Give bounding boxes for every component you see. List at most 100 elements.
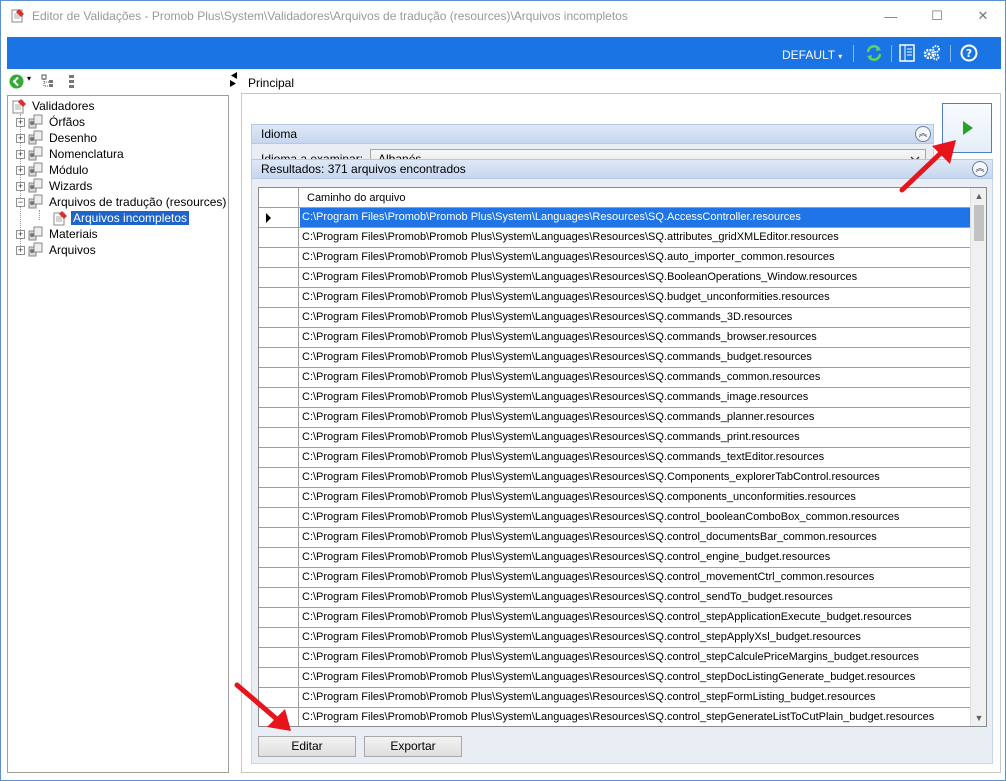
table-row[interactable]: C:\Program Files\Promob\Promob Plus\Syst… bbox=[259, 688, 971, 708]
row-header[interactable] bbox=[259, 488, 299, 507]
column-header-path[interactable]: Caminho do arquivo bbox=[307, 192, 405, 204]
row-header[interactable] bbox=[259, 428, 299, 447]
file-path-cell[interactable]: C:\Program Files\Promob\Promob Plus\Syst… bbox=[300, 508, 970, 527]
settings-icon[interactable] bbox=[922, 43, 942, 63]
table-row[interactable]: C:\Program Files\Promob\Promob Plus\Syst… bbox=[259, 528, 971, 548]
file-path-cell[interactable]: C:\Program Files\Promob\Promob Plus\Syst… bbox=[300, 608, 970, 627]
collapse-icon[interactable]: ︽ bbox=[972, 161, 988, 177]
row-header[interactable] bbox=[259, 508, 299, 527]
table-row[interactable]: C:\Program Files\Promob\Promob Plus\Syst… bbox=[259, 388, 971, 408]
table-row[interactable]: C:\Program Files\Promob\Promob Plus\Syst… bbox=[259, 448, 971, 468]
file-path-cell[interactable]: C:\Program Files\Promob\Promob Plus\Syst… bbox=[300, 548, 970, 567]
tree-item-nomenclatura[interactable]: + Nomenclatura bbox=[16, 146, 126, 162]
close-button[interactable]: ✕ bbox=[960, 1, 1006, 31]
table-row[interactable]: C:\Program Files\Promob\Promob Plus\Syst… bbox=[259, 568, 971, 588]
table-row[interactable]: C:\Program Files\Promob\Promob Plus\Syst… bbox=[259, 408, 971, 428]
results-grid[interactable]: Caminho do arquivo C:\Program Files\Prom… bbox=[258, 187, 987, 727]
file-path-cell[interactable]: C:\Program Files\Promob\Promob Plus\Syst… bbox=[300, 228, 970, 247]
expand-icon[interactable]: + bbox=[16, 133, 25, 143]
expand-icon[interactable]: + bbox=[16, 229, 25, 239]
row-header[interactable] bbox=[259, 208, 299, 227]
row-header[interactable] bbox=[259, 548, 299, 567]
table-row[interactable]: C:\Program Files\Promob\Promob Plus\Syst… bbox=[259, 648, 971, 668]
table-row[interactable]: C:\Program Files\Promob\Promob Plus\Syst… bbox=[259, 368, 971, 388]
file-path-cell[interactable]: C:\Program Files\Promob\Promob Plus\Syst… bbox=[300, 208, 970, 227]
row-header[interactable] bbox=[259, 608, 299, 627]
table-row[interactable]: C:\Program Files\Promob\Promob Plus\Syst… bbox=[259, 268, 971, 288]
tab-principal[interactable]: Principal bbox=[248, 76, 294, 90]
chevron-down-icon[interactable]: ▾ bbox=[27, 74, 31, 83]
file-path-cell[interactable]: C:\Program Files\Promob\Promob Plus\Syst… bbox=[300, 708, 970, 726]
refresh-icon[interactable] bbox=[864, 43, 884, 63]
row-header[interactable] bbox=[259, 468, 299, 487]
table-row[interactable]: C:\Program Files\Promob\Promob Plus\Syst… bbox=[259, 488, 971, 508]
table-row[interactable]: C:\Program Files\Promob\Promob Plus\Syst… bbox=[259, 508, 971, 528]
expand-icon[interactable]: + bbox=[16, 165, 25, 175]
row-header[interactable] bbox=[259, 628, 299, 647]
tree-item-materiais[interactable]: + Materiais bbox=[16, 226, 100, 242]
file-path-cell[interactable]: C:\Program Files\Promob\Promob Plus\Syst… bbox=[300, 628, 970, 647]
table-row[interactable]: C:\Program Files\Promob\Promob Plus\Syst… bbox=[259, 468, 971, 488]
row-header[interactable] bbox=[259, 388, 299, 407]
file-path-cell[interactable]: C:\Program Files\Promob\Promob Plus\Syst… bbox=[300, 348, 970, 367]
table-row[interactable]: C:\Program Files\Promob\Promob Plus\Syst… bbox=[259, 608, 971, 628]
row-header[interactable] bbox=[259, 408, 299, 427]
validators-tree[interactable]: Validadores + Órfãos + Desenho + Nomencl… bbox=[7, 95, 229, 773]
table-row[interactable]: C:\Program Files\Promob\Promob Plus\Syst… bbox=[259, 668, 971, 688]
table-row[interactable]: C:\Program Files\Promob\Promob Plus\Syst… bbox=[259, 248, 971, 268]
row-header[interactable] bbox=[259, 588, 299, 607]
file-path-cell[interactable]: C:\Program Files\Promob\Promob Plus\Syst… bbox=[300, 588, 970, 607]
file-path-cell[interactable]: C:\Program Files\Promob\Promob Plus\Syst… bbox=[300, 568, 970, 587]
maximize-button[interactable]: ☐ bbox=[914, 1, 960, 31]
layout-icon[interactable] bbox=[897, 43, 917, 63]
row-header[interactable] bbox=[259, 248, 299, 267]
expand-icon[interactable]: + bbox=[16, 181, 25, 191]
row-header[interactable] bbox=[259, 308, 299, 327]
tree-item-desenho[interactable]: + Desenho bbox=[16, 130, 99, 146]
export-button[interactable]: Exportar bbox=[364, 736, 462, 757]
expand-icon[interactable]: + bbox=[16, 117, 25, 127]
table-row[interactable]: C:\Program Files\Promob\Promob Plus\Syst… bbox=[259, 588, 971, 608]
row-header[interactable] bbox=[259, 528, 299, 547]
tree-item-orfaos[interactable]: + Órfãos bbox=[16, 114, 87, 130]
file-path-cell[interactable]: C:\Program Files\Promob\Promob Plus\Syst… bbox=[300, 448, 970, 467]
collapse-icon[interactable]: − bbox=[16, 197, 25, 207]
file-path-cell[interactable]: C:\Program Files\Promob\Promob Plus\Syst… bbox=[300, 648, 970, 667]
file-path-cell[interactable]: C:\Program Files\Promob\Promob Plus\Syst… bbox=[300, 688, 970, 707]
table-row[interactable]: C:\Program Files\Promob\Promob Plus\Syst… bbox=[259, 708, 971, 726]
scroll-up-icon[interactable]: ▲ bbox=[971, 188, 986, 204]
file-path-cell[interactable]: C:\Program Files\Promob\Promob Plus\Syst… bbox=[300, 668, 970, 687]
file-path-cell[interactable]: C:\Program Files\Promob\Promob Plus\Syst… bbox=[300, 388, 970, 407]
row-header[interactable] bbox=[259, 288, 299, 307]
tree-item-arquivos-incompletos[interactable]: Arquivos incompletos bbox=[52, 210, 190, 226]
table-row[interactable]: C:\Program Files\Promob\Promob Plus\Syst… bbox=[259, 328, 971, 348]
row-header[interactable] bbox=[259, 448, 299, 467]
row-header[interactable] bbox=[259, 368, 299, 387]
file-path-cell[interactable]: C:\Program Files\Promob\Promob Plus\Syst… bbox=[300, 328, 970, 347]
back-arrow-icon[interactable] bbox=[9, 74, 24, 89]
table-row[interactable]: C:\Program Files\Promob\Promob Plus\Syst… bbox=[259, 308, 971, 328]
profile-dropdown[interactable]: DEFAULT ▾ bbox=[782, 48, 842, 62]
file-path-cell[interactable]: C:\Program Files\Promob\Promob Plus\Syst… bbox=[300, 268, 970, 287]
file-path-cell[interactable]: C:\Program Files\Promob\Promob Plus\Syst… bbox=[300, 248, 970, 267]
help-icon[interactable]: ? bbox=[959, 43, 979, 63]
file-path-cell[interactable]: C:\Program Files\Promob\Promob Plus\Syst… bbox=[300, 308, 970, 327]
table-row[interactable]: C:\Program Files\Promob\Promob Plus\Syst… bbox=[259, 628, 971, 648]
table-row[interactable]: C:\Program Files\Promob\Promob Plus\Syst… bbox=[259, 548, 971, 568]
scroll-thumb[interactable] bbox=[974, 205, 984, 241]
collapse-tree-icon[interactable] bbox=[67, 74, 77, 89]
file-path-cell[interactable]: C:\Program Files\Promob\Promob Plus\Syst… bbox=[300, 368, 970, 387]
row-header[interactable] bbox=[259, 328, 299, 347]
row-header[interactable] bbox=[259, 228, 299, 247]
edit-button[interactable]: Editar bbox=[258, 736, 356, 757]
expand-icon[interactable]: + bbox=[16, 149, 25, 159]
table-row[interactable]: C:\Program Files\Promob\Promob Plus\Syst… bbox=[259, 428, 971, 448]
file-path-cell[interactable]: C:\Program Files\Promob\Promob Plus\Syst… bbox=[300, 488, 970, 507]
file-path-cell[interactable]: C:\Program Files\Promob\Promob Plus\Syst… bbox=[300, 408, 970, 427]
minimize-button[interactable]: — bbox=[868, 1, 914, 31]
expand-tree-icon[interactable] bbox=[41, 74, 55, 89]
tree-item-wizards[interactable]: + Wizards bbox=[16, 178, 94, 194]
row-header[interactable] bbox=[259, 568, 299, 587]
file-path-cell[interactable]: C:\Program Files\Promob\Promob Plus\Syst… bbox=[300, 468, 970, 487]
file-path-cell[interactable]: C:\Program Files\Promob\Promob Plus\Syst… bbox=[300, 428, 970, 447]
